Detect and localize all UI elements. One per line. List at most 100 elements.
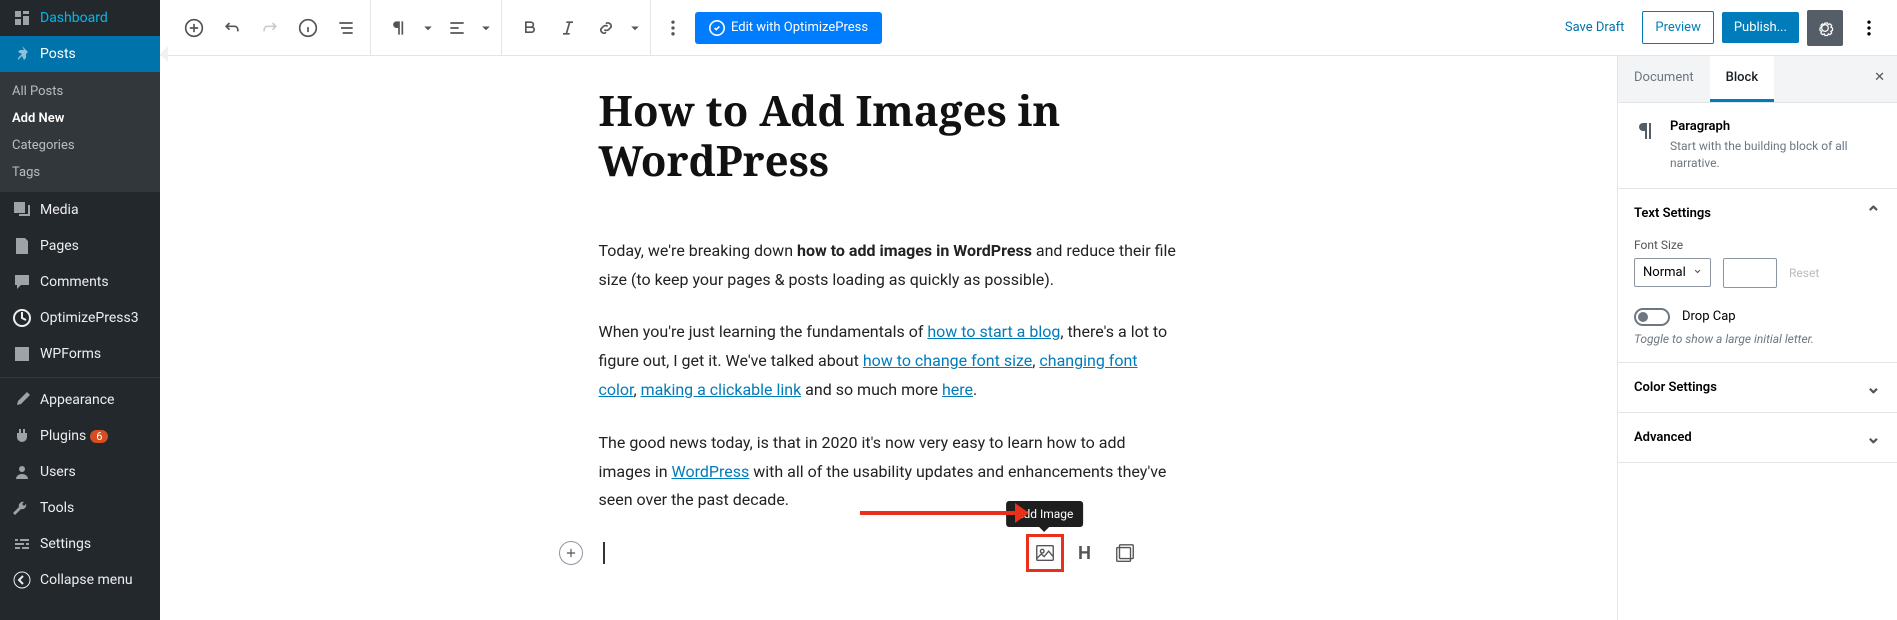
paragraph-button[interactable] [381,10,417,46]
paragraph-dropdown[interactable] [419,10,437,46]
optimizepress-icon [12,308,32,328]
sidebar-label: Posts [40,46,76,62]
sidebar-item-appearance[interactable]: Appearance [0,382,160,418]
add-image-tooltip: Add Image [1006,501,1084,527]
block-type-description: Start with the building block of all nar… [1670,138,1881,172]
pages-icon [12,236,32,256]
text-settings-header[interactable]: Text Settings ⌃ [1618,189,1897,238]
add-image-button[interactable]: Add Image [1031,539,1059,567]
brush-icon [12,390,32,410]
undo-button[interactable] [214,10,250,46]
content-link[interactable]: how to start a blog [927,322,1060,341]
sidebar-item-users[interactable]: Users [0,454,160,490]
editor-canvas[interactable]: How to Add Images in WordPress Today, we… [160,56,1617,620]
italic-button[interactable] [550,10,586,46]
sidebar-item-posts[interactable]: Posts [0,36,160,72]
chevron-down-icon: ⌄ [1866,377,1881,398]
tab-block[interactable]: Block [1710,56,1774,102]
save-draft-button[interactable]: Save Draft [1555,12,1635,43]
advanced-settings-header[interactable]: Advanced ⌄ [1618,413,1897,462]
add-gallery-button[interactable] [1111,539,1139,567]
redo-button[interactable] [252,10,288,46]
sidebar-item-settings[interactable]: Settings [0,526,160,562]
paragraph-block[interactable]: The good news today, is that in 2020 it'… [599,429,1179,515]
sidebar-label: Appearance [40,392,114,408]
add-heading-button[interactable]: H [1071,539,1099,567]
sidebar-label: Settings [40,536,91,552]
sidebar-posts-submenu: All Posts Add New Categories Tags [0,72,160,192]
admin-sidebar: Dashboard Posts All Posts Add New Catego… [0,0,160,620]
drop-cap-toggle[interactable] [1634,308,1670,326]
plug-icon [12,426,32,446]
sidebar-label: WPForms [40,346,101,362]
editor-top-toolbar: Edit with OptimizePress Save Draft Previ… [160,0,1897,56]
content-link[interactable]: here [942,380,973,399]
font-size-label: Font Size [1634,238,1881,252]
more-formatting-dropdown[interactable] [626,10,644,46]
font-size-reset-button[interactable]: Reset [1789,266,1819,280]
sidebar-item-plugins[interactable]: Plugins 6 [0,418,160,454]
content-link[interactable]: how to change font size [863,351,1032,370]
settings-sidebar: Document Block ✕ Paragraph Start with th… [1617,56,1897,620]
pin-icon [12,44,32,64]
media-icon [12,200,32,220]
tab-document[interactable]: Document [1618,56,1710,102]
sidebar-label: Media [40,202,79,218]
sidebar-item-tools[interactable]: Tools [0,490,160,526]
sidebar-label: Comments [40,274,109,290]
block-type-name: Paragraph [1670,119,1881,134]
content-link[interactable]: making a clickable link [641,380,802,399]
users-icon [12,462,32,482]
sidebar-item-comments[interactable]: Comments [0,264,160,300]
wpforms-icon [12,344,32,364]
sidebar-item-optimizepress[interactable]: OptimizePress3 [0,300,160,336]
sidebar-label: Pages [40,238,79,254]
comments-icon [12,272,32,292]
align-button[interactable] [439,10,475,46]
sidebar-label: Users [40,464,76,480]
align-dropdown[interactable] [477,10,495,46]
outline-button[interactable] [328,10,364,46]
wrench-icon [12,498,32,518]
sidebar-sub-add-new[interactable]: Add New [0,105,160,132]
paragraph-block[interactable]: When you're just learning the fundamenta… [599,318,1179,404]
edit-with-optimizepress-button[interactable]: Edit with OptimizePress [695,12,882,44]
plugins-update-badge: 6 [90,430,108,443]
sidebar-label: Tools [40,500,74,516]
sidebar-item-media[interactable]: Media [0,192,160,228]
sidebar-sub-all-posts[interactable]: All Posts [0,78,160,105]
sidebar-sub-categories[interactable]: Categories [0,132,160,159]
font-size-number-input[interactable] [1723,258,1777,288]
font-size-select[interactable]: Normal [1634,258,1711,287]
publish-button[interactable]: Publish... [1722,12,1799,43]
info-button[interactable] [290,10,326,46]
settings-gear-button[interactable] [1807,10,1843,46]
sidebar-item-dashboard[interactable]: Dashboard [0,0,160,36]
post-title-input[interactable]: How to Add Images in WordPress [599,86,1179,187]
link-button[interactable] [588,10,624,46]
more-options-button[interactable] [655,10,691,46]
sidebar-item-pages[interactable]: Pages [0,228,160,264]
sidebar-label: Collapse menu [40,572,133,588]
paragraph-icon [1634,119,1658,143]
collapse-icon [12,570,32,590]
sidebar-item-wpforms[interactable]: WPForms [0,336,160,372]
sidebar-item-collapse[interactable]: Collapse menu [0,562,160,598]
new-block-row: Add Image H [559,539,1139,567]
paragraph-block[interactable]: Today, we're breaking down how to add im… [599,237,1179,295]
color-settings-header[interactable]: Color Settings ⌄ [1618,363,1897,412]
close-panel-button[interactable]: ✕ [1862,56,1897,102]
sidebar-sub-tags[interactable]: Tags [0,159,160,186]
sidebar-label: OptimizePress3 [40,310,139,326]
content-link[interactable]: WordPress [672,462,750,481]
dashboard-icon [12,8,32,28]
preview-button[interactable]: Preview [1642,11,1713,44]
add-block-button[interactable] [176,10,212,46]
more-menu-button[interactable] [1851,10,1887,46]
bold-button[interactable] [512,10,548,46]
sliders-icon [12,534,32,554]
inline-add-block-button[interactable] [559,541,583,565]
chevron-up-icon: ⌃ [1866,203,1881,224]
sidebar-label: Plugins [40,428,86,444]
sidebar-label: Dashboard [40,10,108,26]
